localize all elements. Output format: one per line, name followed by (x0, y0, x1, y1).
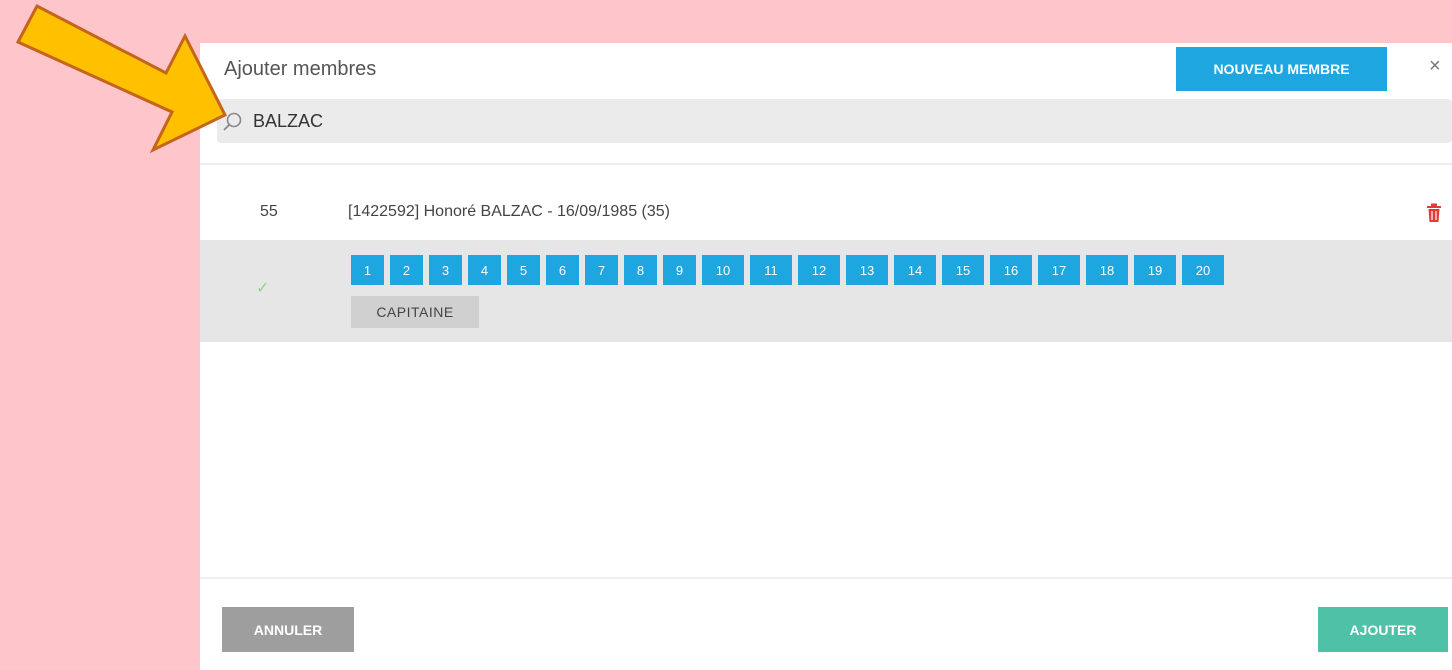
captain-button[interactable]: CAPITAINE (351, 296, 479, 328)
number-option-button[interactable]: 5 (507, 255, 540, 285)
number-option-button[interactable]: 14 (894, 255, 936, 285)
add-button[interactable]: AJOUTER (1318, 607, 1448, 652)
member-options-row: ✓ 1 2 3 4 5 6 7 8 9 10 11 12 13 14 15 16 17 18 19 20 CAPITA… (200, 240, 1452, 342)
number-option-button[interactable]: 11 (750, 255, 792, 285)
number-option-button[interactable]: 20 (1182, 255, 1224, 285)
number-option-button[interactable]: 9 (663, 255, 696, 285)
number-option-button[interactable]: 19 (1134, 255, 1176, 285)
new-member-button[interactable]: NOUVEAU MEMBRE (1176, 47, 1387, 91)
number-option-button[interactable]: 6 (546, 255, 579, 285)
divider (200, 577, 1452, 579)
search-input[interactable]: BALZAC (217, 99, 1452, 143)
check-icon: ✓ (256, 280, 270, 297)
number-option-button[interactable]: 8 (624, 255, 657, 285)
number-option-button[interactable]: 10 (702, 255, 744, 285)
number-option-button[interactable]: 7 (585, 255, 618, 285)
add-members-dialog: Ajouter membres NOUVEAU MEMBRE × BALZAC … (200, 43, 1452, 670)
number-option-button[interactable]: 4 (468, 255, 501, 285)
arrow-annotation (15, 3, 228, 154)
close-icon[interactable]: × (1429, 55, 1441, 78)
number-option-button[interactable]: 3 (429, 255, 462, 285)
cancel-button[interactable]: ANNULER (222, 607, 354, 652)
number-option-button[interactable]: 12 (798, 255, 840, 285)
number-option-button[interactable]: 16 (990, 255, 1032, 285)
number-options: 1 2 3 4 5 6 7 8 9 10 11 12 13 14 15 16 17 18 19 20 (351, 255, 1224, 285)
member-number[interactable]: 55 (260, 203, 278, 221)
member-label: [1422592] Honoré BALZAC - 16/09/1985 (35… (348, 203, 670, 220)
number-option-button[interactable]: 1 (351, 255, 384, 285)
number-option-button[interactable]: 18 (1086, 255, 1128, 285)
number-option-button[interactable]: 2 (390, 255, 423, 285)
divider (200, 163, 1452, 165)
number-option-button[interactable]: 13 (846, 255, 888, 285)
number-option-button[interactable]: 15 (942, 255, 984, 285)
trash-icon[interactable] (1426, 203, 1442, 223)
number-option-button[interactable]: 17 (1038, 255, 1080, 285)
